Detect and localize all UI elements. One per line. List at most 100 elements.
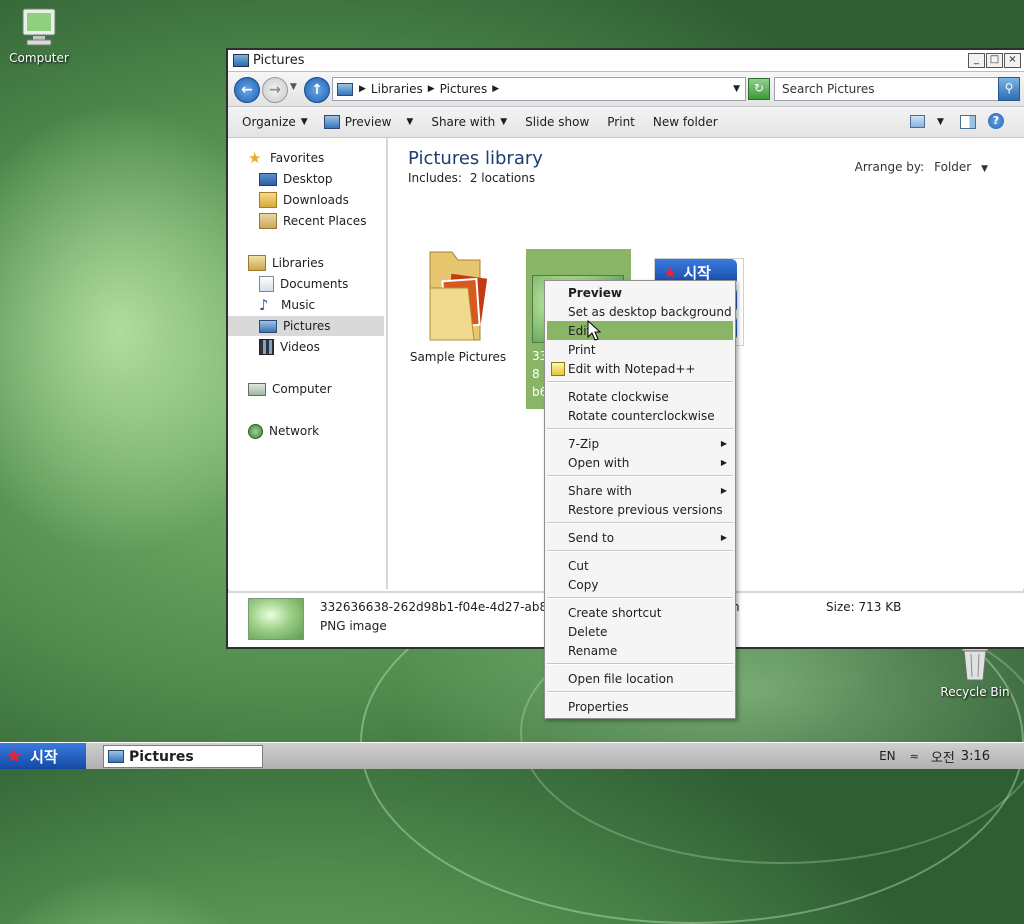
search-input[interactable]: Search Pictures bbox=[774, 77, 1000, 101]
print-button[interactable]: Print bbox=[607, 115, 635, 129]
maximize-button[interactable]: □ bbox=[986, 53, 1003, 68]
organize-button[interactable]: Organize ▼ bbox=[242, 115, 308, 129]
new-folder-label: New folder bbox=[652, 115, 718, 129]
search-button[interactable]: ⚲ bbox=[998, 77, 1020, 101]
details-size: Size: 713 KB bbox=[826, 600, 902, 614]
taskbar-pictures-window[interactable]: Pictures bbox=[103, 745, 263, 768]
desktop-icon bbox=[259, 172, 277, 186]
red-star-icon: ★ bbox=[663, 262, 678, 282]
menu-edit[interactable]: Edit bbox=[547, 321, 733, 340]
menu-cut[interactable]: Cut bbox=[547, 556, 733, 575]
preview-button[interactable]: Preview ▼ bbox=[323, 115, 413, 129]
menu-separator bbox=[547, 428, 733, 430]
breadcrumb-pictures[interactable]: Pictures bbox=[440, 82, 488, 96]
start-button[interactable]: ★ 시작 bbox=[0, 743, 86, 769]
nav-network-label: Network bbox=[269, 424, 320, 438]
sample-pictures-folder[interactable]: Sample Pictures bbox=[408, 248, 508, 364]
nav-documents[interactable]: Documents bbox=[228, 274, 384, 294]
tray-expand-icon[interactable]: ≈ bbox=[910, 750, 919, 763]
includes-link[interactable]: 2 locations bbox=[470, 171, 535, 185]
nav-videos[interactable]: Videos bbox=[228, 337, 384, 357]
clock-time[interactable]: 3:16 bbox=[961, 749, 990, 764]
menu-separator bbox=[547, 597, 733, 599]
taskbar: ★ 시작 Pictures EN ≈ 오전 3:16 bbox=[0, 742, 1024, 769]
menu-properties[interactable]: Properties bbox=[547, 697, 733, 716]
address-input[interactable]: ▶ Libraries ▶ Pictures ▶ ▼ bbox=[332, 77, 746, 101]
network-globe-icon bbox=[248, 423, 263, 439]
preview-pane-icon[interactable] bbox=[960, 115, 976, 129]
star-icon: ★ bbox=[248, 149, 262, 167]
minimize-button[interactable]: _ bbox=[968, 53, 985, 68]
menu-open-with[interactable]: Open with ▶ bbox=[547, 453, 733, 472]
menu-rotate-clockwise[interactable]: Rotate clockwise bbox=[547, 387, 733, 406]
share-with-label: Share with bbox=[431, 115, 496, 129]
nav-favorites[interactable]: ★ Favorites bbox=[228, 148, 384, 168]
computer-icon bbox=[19, 6, 59, 48]
menu-share-with[interactable]: Share with ▶ bbox=[547, 481, 733, 500]
help-icon[interactable]: ? bbox=[988, 113, 1004, 129]
up-button[interactable]: ↑ bbox=[304, 77, 330, 103]
share-with-button[interactable]: Share with ▼ bbox=[431, 115, 507, 129]
preview-icon bbox=[323, 115, 340, 129]
nav-network[interactable]: Network bbox=[228, 421, 384, 441]
nav-pictures[interactable]: Pictures bbox=[228, 316, 384, 336]
menu-properties-label: Properties bbox=[568, 699, 629, 714]
nav-desktop[interactable]: Desktop bbox=[228, 169, 384, 189]
window-title: Pictures bbox=[253, 53, 305, 68]
arrange-by-dropdown[interactable]: Folder ▼ bbox=[934, 160, 988, 174]
computer-icon bbox=[248, 382, 266, 396]
breadcrumb-separator-icon: ▶ bbox=[359, 84, 366, 94]
desktop-computer-icon[interactable]: Computer bbox=[4, 6, 74, 65]
forward-button[interactable]: → bbox=[262, 77, 288, 103]
menu-separator bbox=[547, 550, 733, 552]
recent-places-icon bbox=[259, 213, 277, 229]
nav-recent-places[interactable]: Recent Places bbox=[228, 211, 384, 231]
nav-downloads[interactable]: Downloads bbox=[228, 190, 384, 210]
desktop-recycle-bin[interactable]: Recycle Bin bbox=[940, 644, 1010, 699]
refresh-button[interactable]: ↻ bbox=[748, 78, 770, 100]
menu-rotate-counterclockwise[interactable]: Rotate counterclockwise bbox=[547, 406, 733, 425]
slide-show-button[interactable]: Slide show bbox=[525, 115, 589, 129]
close-button[interactable]: × bbox=[1004, 53, 1021, 68]
nav-libraries[interactable]: Libraries bbox=[228, 253, 384, 273]
menu-rotate-cw-label: Rotate clockwise bbox=[568, 389, 669, 404]
menu-copy[interactable]: Copy bbox=[547, 575, 733, 594]
nav-pictures-label: Pictures bbox=[283, 319, 331, 333]
nav-computer-label: Computer bbox=[272, 382, 332, 396]
breadcrumb-separator-icon[interactable]: ▶ bbox=[492, 84, 499, 94]
breadcrumb-separator-icon[interactable]: ▶ bbox=[428, 84, 435, 94]
language-indicator[interactable]: EN bbox=[879, 749, 896, 763]
menu-edit-with-notepad[interactable]: Edit with Notepad++ bbox=[547, 359, 733, 378]
menu-delete[interactable]: Delete bbox=[547, 622, 733, 641]
chevron-down-icon[interactable]: ▼ bbox=[406, 117, 413, 127]
back-button[interactable]: ← bbox=[234, 77, 260, 103]
nav-music[interactable]: ♪ Music bbox=[228, 295, 384, 315]
up-arrow-icon: ↑ bbox=[311, 82, 323, 98]
menu-set-desktop-background[interactable]: Set as desktop background bbox=[547, 302, 733, 321]
nav-computer[interactable]: Computer bbox=[228, 379, 384, 399]
nav-recent-places-label: Recent Places bbox=[283, 214, 367, 228]
clock-ampm: 오전 bbox=[930, 750, 955, 766]
address-dropdown-icon[interactable]: ▼ bbox=[733, 84, 740, 94]
recent-pages-chevron-icon[interactable]: ▼ bbox=[290, 82, 297, 92]
menu-create-shortcut[interactable]: Create shortcut bbox=[547, 603, 733, 622]
menu-open-file-location[interactable]: Open file location bbox=[547, 669, 733, 688]
nav-libraries-label: Libraries bbox=[272, 256, 324, 270]
menu-preview[interactable]: Preview bbox=[547, 283, 733, 302]
nav-favorites-label: Favorites bbox=[270, 151, 325, 165]
menu-rename[interactable]: Rename bbox=[547, 641, 733, 660]
menu-7zip[interactable]: 7-Zip ▶ bbox=[547, 434, 733, 453]
new-folder-button[interactable]: New folder bbox=[653, 115, 718, 129]
menu-restore-previous-versions[interactable]: Restore previous versions bbox=[547, 500, 733, 519]
red-star-icon: ★ bbox=[6, 745, 23, 767]
menu-send-to[interactable]: Send to ▶ bbox=[547, 528, 733, 547]
pictures-folder-icon bbox=[108, 750, 124, 763]
forward-arrow-icon: → bbox=[269, 82, 281, 98]
menu-preview-label: Preview bbox=[568, 285, 623, 300]
menu-restore-label: Restore previous versions bbox=[568, 502, 723, 517]
view-options-button[interactable]: ▼ bbox=[910, 115, 944, 128]
videos-icon bbox=[259, 339, 274, 355]
menu-print[interactable]: Print bbox=[547, 340, 733, 359]
window-titlebar[interactable]: Pictures _ □ × bbox=[228, 50, 1024, 72]
breadcrumb-libraries[interactable]: Libraries bbox=[371, 82, 423, 96]
